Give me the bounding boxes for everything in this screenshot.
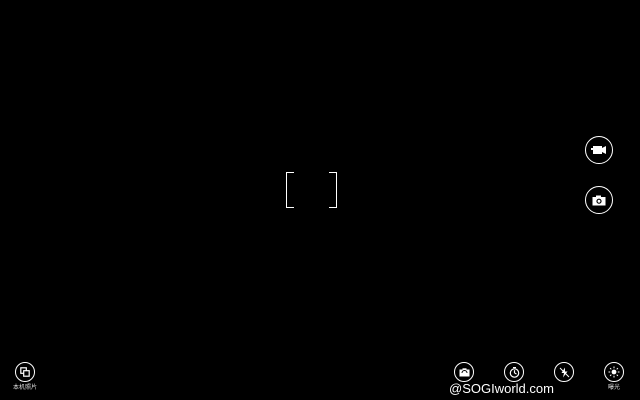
- camera-roll-button[interactable]: 本机照片: [9, 362, 41, 391]
- exposure-button[interactable]: 曝光: [598, 362, 630, 391]
- exposure-label: 曝光: [607, 384, 620, 391]
- camera-viewfinder[interactable]: 本机照片 曝光 @SOGIworld.com: [0, 0, 640, 400]
- camera-roll-icon: [20, 367, 30, 377]
- focus-bracket-left: [286, 172, 294, 208]
- timer-button[interactable]: [498, 362, 530, 382]
- exposure-icon: [608, 366, 620, 378]
- focus-bracket-right: [329, 172, 337, 208]
- timer-icon: [509, 366, 519, 378]
- flash-button[interactable]: [548, 362, 580, 382]
- camera-roll-label: 本机照片: [12, 384, 37, 391]
- flash-icon: [559, 367, 569, 377]
- change-camera-button[interactable]: [448, 362, 480, 382]
- camera-icon: [592, 195, 606, 205]
- video-camera-icon: [591, 146, 606, 154]
- photo-mode-button[interactable]: [585, 186, 613, 214]
- watermark: @SOGIworld.com: [449, 381, 554, 396]
- change-camera-icon: [459, 367, 469, 376]
- video-mode-button[interactable]: [585, 136, 613, 164]
